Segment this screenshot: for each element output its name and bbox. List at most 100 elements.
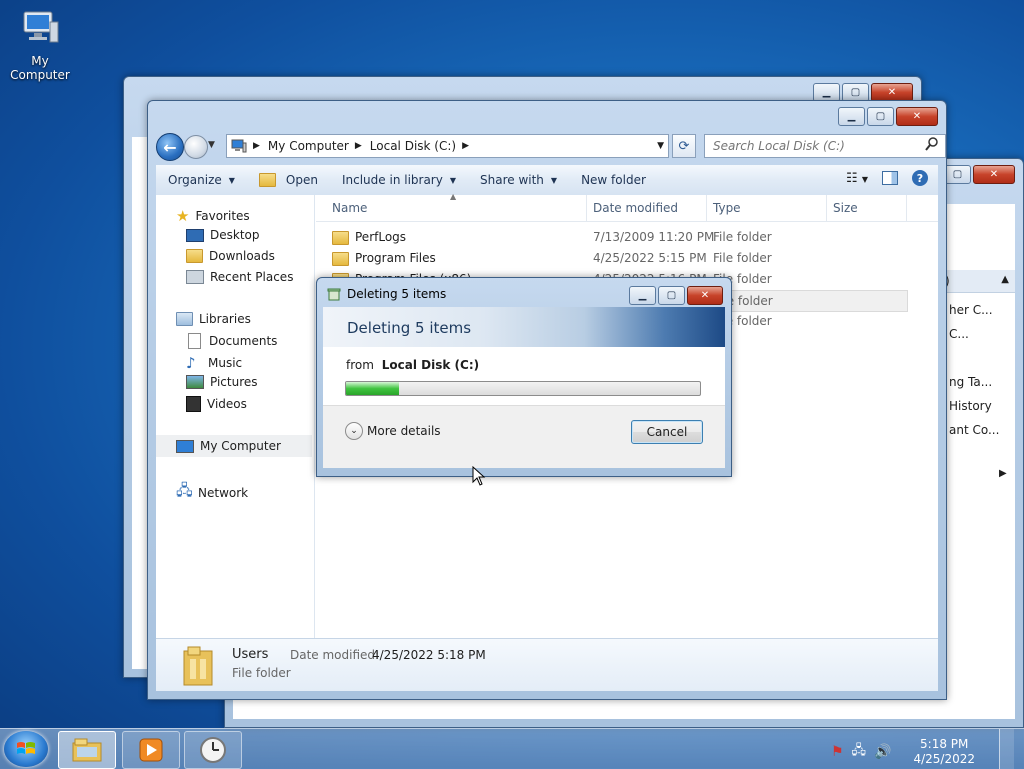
address-dropdown-icon[interactable]: ▼ (657, 141, 664, 151)
details-date-value: 4/25/2022 5:18 PM (372, 648, 486, 662)
address-row: ← ▼ ▶ My Computer ▶ Local Disk (C:) ▶ ▼ … (156, 131, 946, 161)
taskbar: ⚑ 🖧 🔊 5:18 PM 4/25/2022 (0, 728, 1024, 769)
collapse-arrow-icon[interactable]: ▲ (1001, 274, 1009, 285)
action-center-icon[interactable]: ⚑ (831, 744, 844, 760)
nav-libraries[interactable]: Libraries (176, 312, 251, 326)
nav-favorites[interactable]: ★ Favorites (176, 207, 250, 225)
delete-progress-dialog: Deleting 5 items ▁ ▢ ✕ Deleting 5 items … (316, 277, 732, 477)
list-item[interactable]: her C... (949, 298, 999, 322)
recent-places-icon (186, 270, 204, 284)
new-folder-button[interactable]: New folder (569, 173, 658, 187)
nav-documents[interactable]: Documents (186, 333, 277, 349)
dialog-title: Deleting 5 items (347, 287, 447, 301)
details-date-label: Date modified: (290, 648, 380, 662)
close-button[interactable]: ✕ (973, 165, 1015, 184)
folder-icon (332, 230, 349, 245)
desktop-icon (186, 228, 204, 242)
list-item[interactable]: ant Co... (949, 418, 999, 442)
show-desktop-button[interactable] (999, 729, 1014, 769)
list-item[interactable]: History (949, 394, 999, 418)
nav-videos[interactable]: Videos (186, 396, 247, 412)
minimize-button[interactable]: ▁ (838, 107, 865, 126)
clock[interactable]: 5:18 PM 4/25/2022 (913, 737, 975, 767)
folder-icon (183, 646, 213, 686)
volume-icon[interactable]: 🔊 (874, 744, 891, 760)
dialog-heading: Deleting 5 items (347, 319, 472, 337)
maximize-button[interactable]: ▢ (658, 286, 685, 305)
pictures-icon (186, 375, 204, 389)
from-line: from Local Disk (C:) (346, 358, 480, 372)
back-arrow-icon[interactable]: ← (156, 133, 184, 161)
close-button[interactable]: ✕ (896, 107, 938, 126)
nav-my-computer[interactable]: My Computer (156, 435, 312, 457)
column-header-size[interactable]: Size (833, 201, 858, 215)
forward-arrow-icon[interactable] (184, 135, 208, 159)
share-with-button[interactable]: Share with ▼ (468, 173, 569, 187)
nav-downloads[interactable]: Downloads (186, 249, 275, 263)
nav-desktop[interactable]: Desktop (186, 228, 260, 242)
desktop-icon-my-computer[interactable]: My Computer (0, 8, 80, 82)
breadcrumb-separator-icon: ▶ (354, 141, 362, 151)
documents-icon (188, 333, 201, 349)
search-input[interactable] (711, 138, 925, 154)
breadcrumb-local-disk[interactable]: Local Disk (C:) (370, 139, 456, 153)
column-header-type[interactable]: Type (713, 201, 741, 215)
file-row[interactable]: PerfLogs 7/13/2009 11:20 PM File folder (316, 227, 908, 247)
nav-music[interactable]: ♪ Music (186, 354, 242, 372)
star-icon: ★ (176, 207, 190, 225)
sort-arrow-icon: ▲ (450, 192, 457, 201)
clock-time: 5:18 PM (920, 736, 969, 751)
network-status-icon[interactable]: 🖧 (852, 741, 867, 763)
search-icon[interactable] (925, 137, 939, 151)
file-row[interactable]: Program Files 4/25/2022 5:15 PM File fol… (316, 248, 908, 268)
open-button[interactable]: Open (247, 173, 330, 187)
submenu-arrow-icon: ▶ (999, 468, 1007, 479)
preview-pane-icon[interactable] (882, 171, 898, 185)
view-options-icon[interactable]: ☷ ▼ (846, 171, 868, 186)
progress-bar (345, 381, 701, 396)
column-header-date[interactable]: Date modified (593, 201, 678, 215)
nav-pictures[interactable]: Pictures (186, 375, 258, 389)
nav-network[interactable]: 🖧 Network (176, 480, 248, 505)
network-icon: 🖧 (176, 481, 193, 499)
help-icon[interactable]: ? (912, 170, 928, 186)
libraries-icon (176, 312, 193, 326)
progress-fill (346, 382, 400, 395)
media-player-icon (139, 738, 163, 762)
search-box[interactable] (704, 134, 946, 158)
history-dropdown-icon[interactable]: ▼ (208, 140, 215, 150)
folder-icon (258, 173, 276, 187)
more-details-button[interactable]: ⌄ More details (345, 422, 441, 440)
taskbar-clock-app-button[interactable] (184, 731, 242, 769)
refresh-icon[interactable]: ⟳ (672, 134, 696, 158)
list-item[interactable]: ng Ta... (949, 370, 999, 394)
clock-icon (200, 737, 226, 763)
dropdown-icon: ▼ (228, 175, 235, 185)
maximize-button[interactable]: ▢ (944, 165, 971, 184)
nav-recent-places[interactable]: Recent Places (186, 270, 293, 284)
start-button[interactable] (4, 731, 48, 767)
column-headers: Name ▲ Date modified Type Size (316, 192, 938, 222)
system-tray: ⚑ 🖧 🔊 5:18 PM 4/25/2022 (831, 729, 1014, 769)
close-button[interactable]: ✕ (687, 286, 723, 305)
maximize-button[interactable]: ▢ (867, 107, 894, 126)
breadcrumb-my-computer[interactable]: My Computer (268, 139, 349, 153)
include-in-library-button[interactable]: Include in library ▼ (330, 173, 468, 187)
taskbar-media-player-button[interactable] (122, 731, 180, 769)
cancel-button[interactable]: Cancel (631, 420, 703, 444)
folder-icon (72, 738, 102, 762)
details-pane: Users Date modified: 4/25/2022 5:18 PM F… (156, 638, 938, 691)
navigation-pane: ★ Favorites Desktop Downloads Recent Pla… (156, 195, 315, 639)
desktop-icon-label: My Computer (10, 54, 70, 82)
minimize-button[interactable]: ▁ (629, 286, 656, 305)
address-bar[interactable]: ▶ My Computer ▶ Local Disk (C:) ▶ ▼ (226, 134, 669, 158)
folder-icon (332, 251, 349, 266)
videos-icon (186, 396, 201, 412)
organize-button[interactable]: Organize ▼ (156, 173, 247, 187)
computer-icon (20, 8, 60, 48)
taskbar-explorer-button[interactable] (58, 731, 116, 769)
list-item[interactable]: C... (949, 322, 999, 346)
breadcrumb-separator-icon: ▶ (462, 141, 469, 151)
chevron-down-icon: ⌄ (345, 422, 363, 440)
column-header-name[interactable]: Name (332, 201, 367, 215)
